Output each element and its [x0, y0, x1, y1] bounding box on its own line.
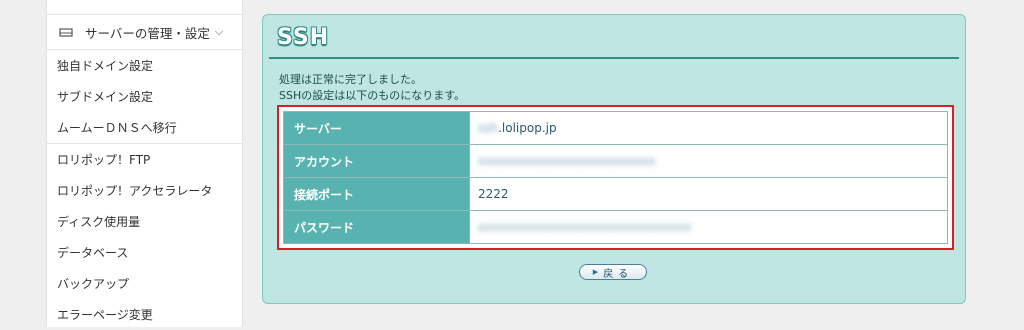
ssh-panel: SSH 処理は正常に完了しました。 SSHの設定は以下のものになります。 サーバ… [262, 14, 966, 304]
settings-message: SSHの設定は以下のものになります。 [279, 89, 466, 102]
table-row: パスワード xxxxxxxxxxxxxxxxxxxxxxxxxxxxxx [283, 210, 948, 244]
back-button-label: 戻る [603, 268, 634, 280]
sidebar-item-disk-usage[interactable]: ディスク使用量 [47, 206, 242, 237]
back-button[interactable]: ▶ 戻る [579, 264, 647, 280]
sidebar-item-subdomain[interactable]: サブドメイン設定 [47, 81, 242, 112]
sidebar-item-error-page[interactable]: エラーページ変更 [47, 299, 242, 330]
panel-title-bar: SSH [269, 21, 959, 59]
table-row: 接続ポート 2222 [283, 177, 948, 211]
sidebar-item-custom-domain[interactable]: 独自ドメイン設定 [47, 50, 242, 81]
server-label: サーバー [283, 111, 470, 145]
sidebar-item-accelerator[interactable]: ロリポップ！アクセラレータ [47, 175, 242, 206]
server-hidden-part: ssh [478, 121, 499, 135]
account-hidden-value: xxxxxxxxxxxxxxxxxxxxxxxxx [478, 154, 656, 168]
sidebar-item-backup[interactable]: バックアップ [47, 268, 242, 299]
account-label: アカウント [283, 144, 470, 178]
page-title: SSH [277, 25, 330, 50]
ssh-settings-table: サーバー ssh.lolipop.jp アカウント xxxxxxxxxxxxxx… [283, 111, 948, 244]
server-visible-part: .lolipop.jp [498, 121, 557, 135]
sidebar-top-divider [47, 0, 242, 15]
port-label: 接続ポート [283, 177, 470, 211]
sidebar-section-title: サーバーの管理・設定 [85, 25, 210, 41]
account-value[interactable]: xxxxxxxxxxxxxxxxxxxxxxxxx [469, 144, 948, 178]
ssh-settings-highlight: サーバー ssh.lolipop.jp アカウント xxxxxxxxxxxxxx… [277, 105, 954, 250]
success-message: 処理は正常に完了しました。 [279, 73, 422, 86]
play-arrow-icon: ▶ [592, 268, 599, 276]
server-value[interactable]: ssh.lolipop.jp [469, 111, 948, 145]
sidebar-item-ftp[interactable]: ロリポップ！FTP [47, 143, 242, 175]
table-row: アカウント xxxxxxxxxxxxxxxxxxxxxxxxx [283, 144, 948, 178]
sidebar: サーバーの管理・設定 ⌵ 独自ドメイン設定 サブドメイン設定 ムームーＤＮＳへ移… [46, 0, 243, 327]
chevron-down-icon: ⌵ [214, 25, 224, 38]
server-icon [59, 26, 75, 38]
password-hidden-value: xxxxxxxxxxxxxxxxxxxxxxxxxxxxxx [478, 220, 692, 234]
sidebar-section-header[interactable]: サーバーの管理・設定 ⌵ [47, 15, 242, 50]
port-value[interactable]: 2222 [469, 177, 948, 211]
table-row: サーバー ssh.lolipop.jp [283, 111, 948, 145]
sidebar-item-database[interactable]: データベース [47, 237, 242, 268]
password-value[interactable]: xxxxxxxxxxxxxxxxxxxxxxxxxxxxxx [469, 210, 948, 244]
password-label: パスワード [283, 210, 470, 244]
sidebar-item-muumuu-dns[interactable]: ムームーＤＮＳへ移行 [47, 112, 242, 143]
